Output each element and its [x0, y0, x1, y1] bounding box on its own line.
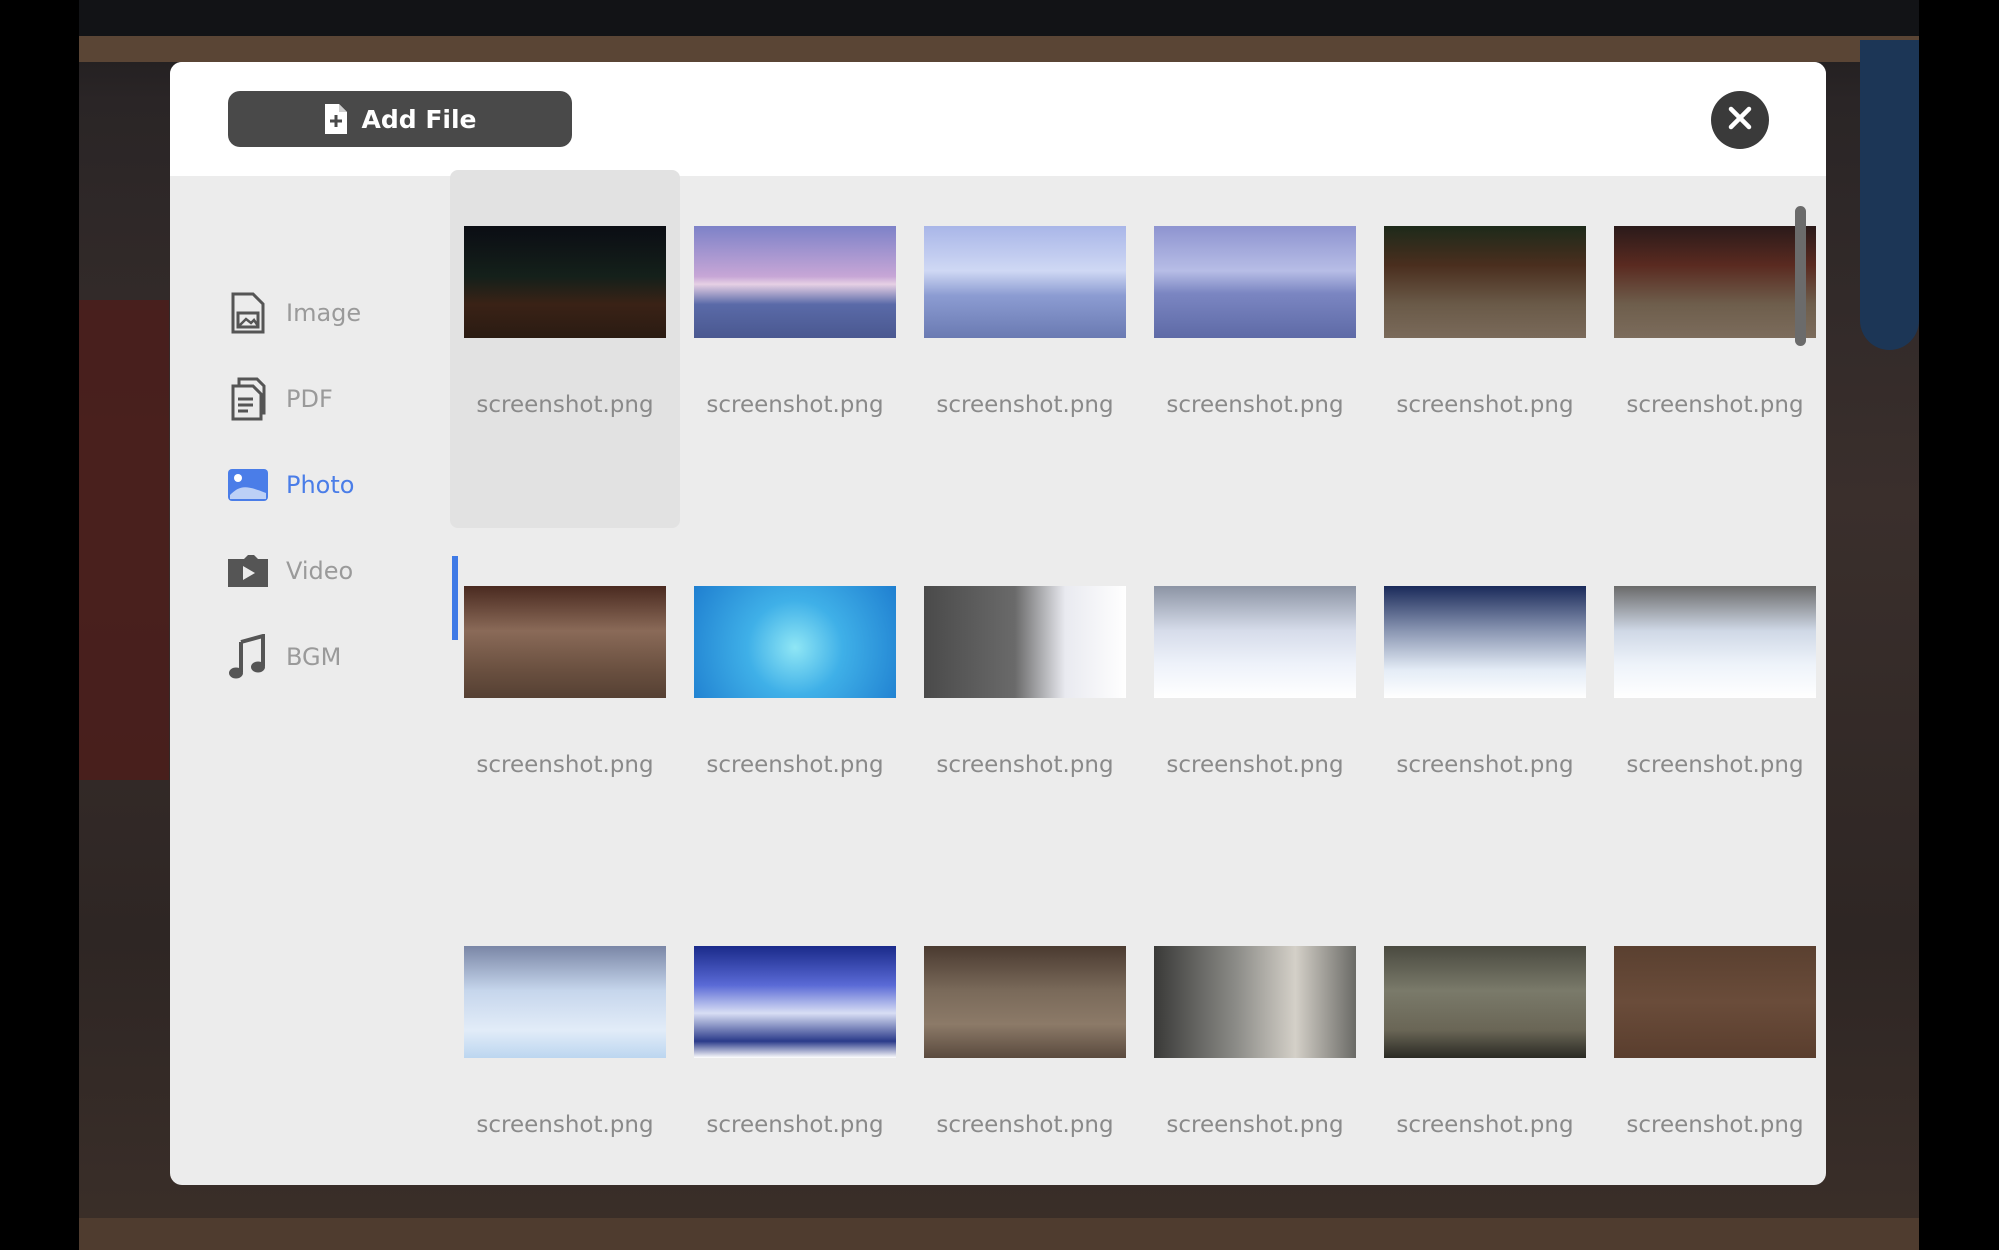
close-icon: [1727, 105, 1753, 135]
file-tile[interactable]: screenshot.png: [1370, 530, 1600, 888]
file-name: screenshot.png: [1166, 752, 1344, 778]
file-thumbnail: [694, 226, 896, 338]
file-name: screenshot.png: [1166, 1112, 1344, 1138]
file-tile[interactable]: screenshot.png: [1600, 890, 1826, 1185]
file-tile[interactable]: screenshot.png: [1140, 170, 1370, 528]
close-button[interactable]: [1711, 91, 1769, 149]
background-wall: [79, 300, 169, 780]
file-name: screenshot.png: [936, 752, 1114, 778]
file-thumbnail: [464, 226, 666, 338]
file-tile[interactable]: screenshot.png: [1600, 170, 1826, 528]
file-thumbnail: [1384, 226, 1586, 338]
sidebar-item-pdf[interactable]: PDF: [226, 369, 446, 429]
background-panel: [1860, 40, 1919, 350]
file-thumbnail: [694, 946, 896, 1058]
category-sidebar: Image PDF Photo Video BGM: [170, 176, 460, 1185]
file-thumbnail: [1384, 946, 1586, 1058]
file-tile[interactable]: screenshot.png: [910, 170, 1140, 528]
file-name: screenshot.png: [1396, 392, 1574, 418]
sidebar-item-bgm[interactable]: BGM: [226, 627, 446, 687]
file-thumbnail: [924, 586, 1126, 698]
file-tile[interactable]: screenshot.png: [680, 170, 910, 528]
file-thumbnail: [1614, 586, 1816, 698]
background-floor: [79, 1218, 1919, 1250]
file-thumbnail: [464, 946, 666, 1058]
dialog-header: Add File: [170, 62, 1826, 176]
file-name: screenshot.png: [1396, 752, 1574, 778]
file-name: screenshot.png: [476, 1112, 654, 1138]
file-thumbnail: [924, 946, 1126, 1058]
file-name: screenshot.png: [936, 392, 1114, 418]
file-tile[interactable]: screenshot.png: [1140, 890, 1370, 1185]
scrollbar[interactable]: [1795, 206, 1806, 346]
sidebar-item-image[interactable]: Image: [226, 283, 446, 343]
file-name: screenshot.png: [1626, 392, 1804, 418]
sidebar-item-photo[interactable]: Photo: [226, 455, 446, 515]
add-file-label: Add File: [361, 104, 477, 134]
sidebar-item-label: Photo: [286, 471, 355, 499]
file-name: screenshot.png: [936, 1112, 1114, 1138]
file-tile[interactable]: screenshot.png: [1140, 530, 1370, 888]
file-thumbnail: [1614, 946, 1816, 1058]
file-tile[interactable]: screenshot.png: [1600, 530, 1826, 888]
add-file-button[interactable]: Add File: [228, 91, 572, 147]
background-rail: [79, 36, 1919, 62]
file-name: screenshot.png: [1626, 1112, 1804, 1138]
video-icon: [226, 547, 270, 595]
file-picker-dialog: Add File Image PDF Photo Video BGM scree…: [170, 62, 1826, 1185]
sidebar-item-label: PDF: [286, 385, 333, 413]
file-grid: screenshot.png screenshot.png screenshot.p…: [450, 170, 1826, 1185]
sidebar-item-video[interactable]: Video: [226, 541, 446, 601]
file-name: screenshot.png: [706, 752, 884, 778]
photo-icon: [226, 461, 270, 509]
file-tile[interactable]: screenshot.png: [450, 530, 680, 888]
file-tile[interactable]: screenshot.png: [680, 890, 910, 1185]
file-tile[interactable]: screenshot.png: [910, 890, 1140, 1185]
file-thumbnail: [1384, 586, 1586, 698]
file-name: screenshot.png: [1396, 1112, 1574, 1138]
music-note-icon: [226, 633, 270, 681]
file-thumbnail: [694, 586, 896, 698]
file-thumbnail: [464, 586, 666, 698]
file-name: screenshot.png: [706, 392, 884, 418]
file-name: screenshot.png: [1166, 392, 1344, 418]
file-name: screenshot.png: [1626, 752, 1804, 778]
file-tile[interactable]: screenshot.png: [680, 530, 910, 888]
sidebar-item-label: Image: [286, 299, 362, 327]
sidebar-item-label: BGM: [286, 643, 342, 671]
file-thumbnail: [1154, 586, 1356, 698]
sidebar-item-label: Video: [286, 557, 354, 585]
add-file-icon: [323, 102, 349, 136]
file-thumbnail: [1614, 226, 1816, 338]
image-file-icon: [226, 289, 270, 337]
file-thumbnail: [1154, 946, 1356, 1058]
file-thumbnail: [924, 226, 1126, 338]
file-tile[interactable]: screenshot.png: [910, 530, 1140, 888]
file-name: screenshot.png: [476, 752, 654, 778]
file-name: screenshot.png: [706, 1112, 884, 1138]
file-tile[interactable]: screenshot.png: [1370, 170, 1600, 528]
pdf-file-icon: [226, 375, 270, 423]
file-thumbnail: [1154, 226, 1356, 338]
file-tile[interactable]: screenshot.png: [450, 170, 680, 528]
file-tile[interactable]: screenshot.png: [1370, 890, 1600, 1185]
file-name: screenshot.png: [476, 392, 654, 418]
file-tile[interactable]: screenshot.png: [450, 890, 680, 1185]
